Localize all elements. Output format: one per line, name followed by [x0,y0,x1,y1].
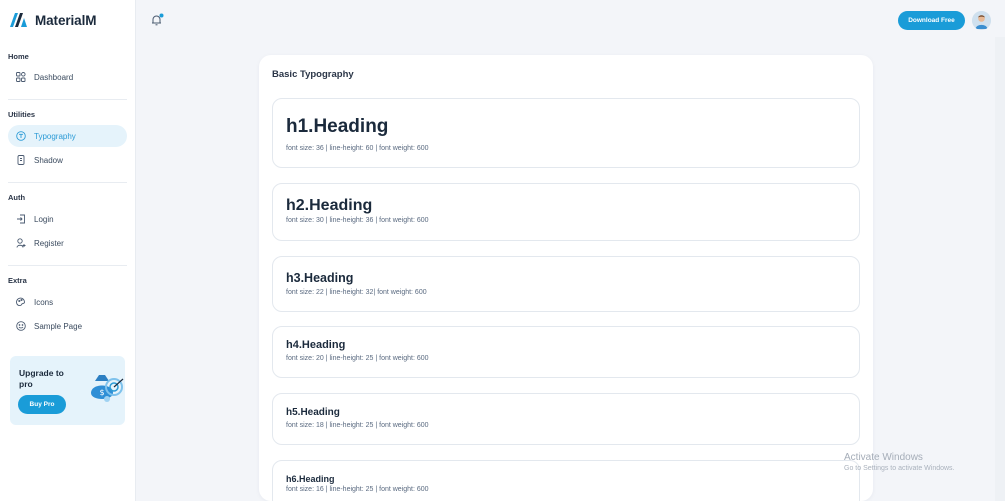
sidebar-item-label: Register [34,238,64,248]
download-free-button[interactable]: Download Free [898,11,965,30]
heading-h6-meta: font size: 16 | line-height: 25 | font w… [286,486,429,493]
app-name: MaterialM [35,12,97,28]
activate-windows-title: Activate Windows [844,452,923,463]
heading-h4-meta: font size: 20 | line-height: 25 | font w… [286,355,429,362]
heading-sample-h3: h3.Heading font size: 22 | line-height: … [272,256,860,312]
sidebar-item-label: Login [34,214,54,224]
sidebar: MaterialM Home Dashboard Utilities Typog… [0,0,136,501]
sidebar-item-shadow[interactable]: Shadow [8,149,127,171]
divider [8,265,127,266]
typography-card: Basic Typography h1.Heading font size: 3… [259,55,873,501]
heading-h5-meta: font size: 18 | line-height: 25 | font w… [286,422,429,429]
sidebar-item-label: Dashboard [34,72,74,82]
sidebar-item-label: Shadow [34,155,63,165]
activate-windows-subtitle: Go to Settings to activate Windows. [844,465,955,472]
register-icon [16,238,26,248]
sample-page-icon [16,321,26,331]
upgrade-title: Upgrade to pro [19,368,64,389]
logo-icon [10,13,27,27]
sidebar-item-label: Icons [34,297,54,307]
sidebar-item-dashboard[interactable]: Dashboard [8,66,127,88]
heading-h6-text: h6.Heading [286,474,335,484]
typography-icon [16,131,26,141]
sidebar-item-label: Typography [34,131,76,141]
buy-pro-button[interactable]: Buy Pro [18,395,66,414]
heading-sample-h4: h4.Heading font size: 20 | line-height: … [272,326,860,378]
app-logo[interactable]: MaterialM [10,11,96,29]
money-bag-icon: $ [91,375,124,402]
notification-bell-icon[interactable] [150,13,164,27]
dashboard-icon [16,72,26,82]
upgrade-card: Upgrade to pro Buy Pro $ [10,356,125,425]
heading-h3-text: h3.Heading [286,271,354,285]
card-title: Basic Typography [272,69,354,80]
divider [8,182,127,183]
icons-icon [16,297,25,307]
shadow-icon [17,155,25,165]
sidebar-item-sample-page[interactable]: Sample Page [8,315,127,337]
heading-h2-text: h2.Heading [286,197,373,214]
heading-sample-h1: h1.Heading font size: 36 | line-height: … [272,98,860,168]
scrollbar[interactable] [995,37,1005,501]
section-extra: Extra [8,276,27,285]
heading-h5-text: h5.Heading [286,407,340,418]
heading-sample-h6: h6.Heading font size: 16 | line-height: … [272,460,860,501]
heading-h3-meta: font size: 22 | line-height: 32| font we… [286,289,427,296]
sidebar-item-login[interactable]: Login [8,208,127,230]
section-utilities: Utilities [8,110,36,119]
sidebar-item-icons[interactable]: Icons [8,291,127,313]
user-avatar-icon [972,11,991,30]
divider [8,99,127,100]
heading-sample-h5: h5.Heading font size: 18 | line-height: … [272,393,860,445]
section-home: Home [8,52,29,61]
heading-h1-meta: font size: 36 | line-height: 60 | font w… [286,145,429,152]
section-auth: Auth [8,193,26,202]
svg-text:$: $ [99,388,104,397]
sidebar-item-label: Sample Page [34,321,83,331]
heading-h1-text: h1.Heading [286,116,389,137]
heading-h4-text: h4.Heading [286,339,346,351]
avatar[interactable] [972,11,991,30]
heading-h2-meta: font size: 30 | line-height: 36 | font w… [286,217,429,224]
sidebar-item-register[interactable]: Register [8,232,127,254]
login-icon [17,214,25,224]
sidebar-item-typography[interactable]: Typography [8,125,127,147]
heading-sample-h2: h2.Heading font size: 30 | line-height: … [272,183,860,241]
